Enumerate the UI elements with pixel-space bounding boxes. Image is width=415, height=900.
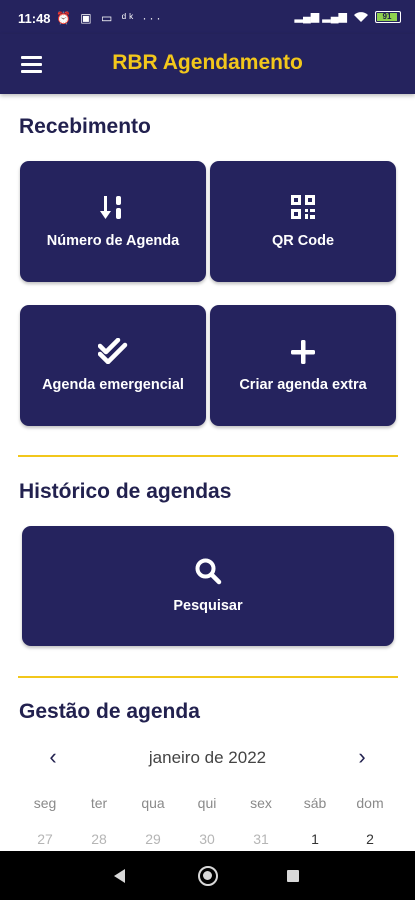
criar-agenda-extra-button[interactable]: Criar agenda extra	[210, 305, 396, 426]
qr-code-icon	[210, 194, 396, 225]
tile-label: Pesquisar	[173, 598, 243, 614]
calendar-day[interactable]: 29	[128, 831, 178, 847]
back-icon[interactable]	[114, 869, 125, 883]
sort-numeric-down-icon	[20, 194, 206, 227]
calendar-day[interactable]: 30	[182, 831, 232, 847]
section-title-historico: Histórico de agendas	[19, 480, 232, 503]
calendar-day[interactable]: 27	[20, 831, 70, 847]
recent-apps-icon[interactable]	[287, 870, 299, 882]
weekday-label: seg	[33, 795, 57, 811]
agenda-emergencial-button[interactable]: Agenda emergencial	[20, 305, 206, 426]
system-nav-bar	[0, 851, 415, 900]
signal-icon: ▂▄▆ ▂▄▆	[294, 11, 347, 23]
battery-icon: 91	[375, 10, 401, 23]
double-check-icon	[20, 337, 206, 369]
calendar-day[interactable]: 31	[236, 831, 286, 847]
tile-label: Agenda emergencial	[42, 377, 184, 393]
section-divider	[18, 455, 398, 457]
calendar-day[interactable]: 28	[74, 831, 124, 847]
weekday-label: dom	[356, 795, 384, 811]
weekday-label: qui	[197, 795, 217, 811]
search-icon	[22, 557, 394, 590]
calendar-day[interactable]: 2	[345, 831, 395, 847]
calendar-next-button[interactable]: ›	[350, 744, 374, 770]
home-icon[interactable]	[198, 866, 218, 886]
qr-code-button[interactable]: QR Code	[210, 161, 396, 282]
calendar-day[interactable]: 1	[290, 831, 340, 847]
weekday-label: sex	[250, 795, 272, 811]
weekday-label: sáb	[303, 795, 327, 811]
tile-label: Criar agenda extra	[239, 377, 367, 393]
notification-icons: ⏰ ▣ ▭ ᵈᵏ ···	[56, 11, 164, 25]
app-bar: RBR Agendamento	[0, 34, 415, 94]
status-time: 11:48	[18, 11, 51, 26]
tile-label: Número de Agenda	[46, 233, 180, 249]
plus-icon	[210, 339, 396, 370]
app-title: RBR Agendamento	[112, 51, 303, 74]
section-title-recebimento: Recebimento	[19, 115, 151, 138]
section-divider	[18, 676, 398, 678]
status-bar: 11:48 ⏰ ▣ ▭ ᵈᵏ ··· ▂▄▆ ▂▄▆ 91	[0, 0, 415, 34]
numero-agenda-button[interactable]: Número de Agenda	[20, 161, 206, 282]
section-title-gestao: Gestão de agenda	[19, 700, 200, 723]
battery-level: 91	[377, 12, 397, 21]
wifi-icon	[354, 11, 368, 22]
pesquisar-button[interactable]: Pesquisar	[22, 526, 394, 646]
status-right-icons: ▂▄▆ ▂▄▆ 91	[295, 10, 401, 23]
tile-label: QR Code	[271, 233, 335, 249]
weekday-label: qua	[141, 795, 165, 811]
weekday-label: ter	[90, 795, 108, 811]
